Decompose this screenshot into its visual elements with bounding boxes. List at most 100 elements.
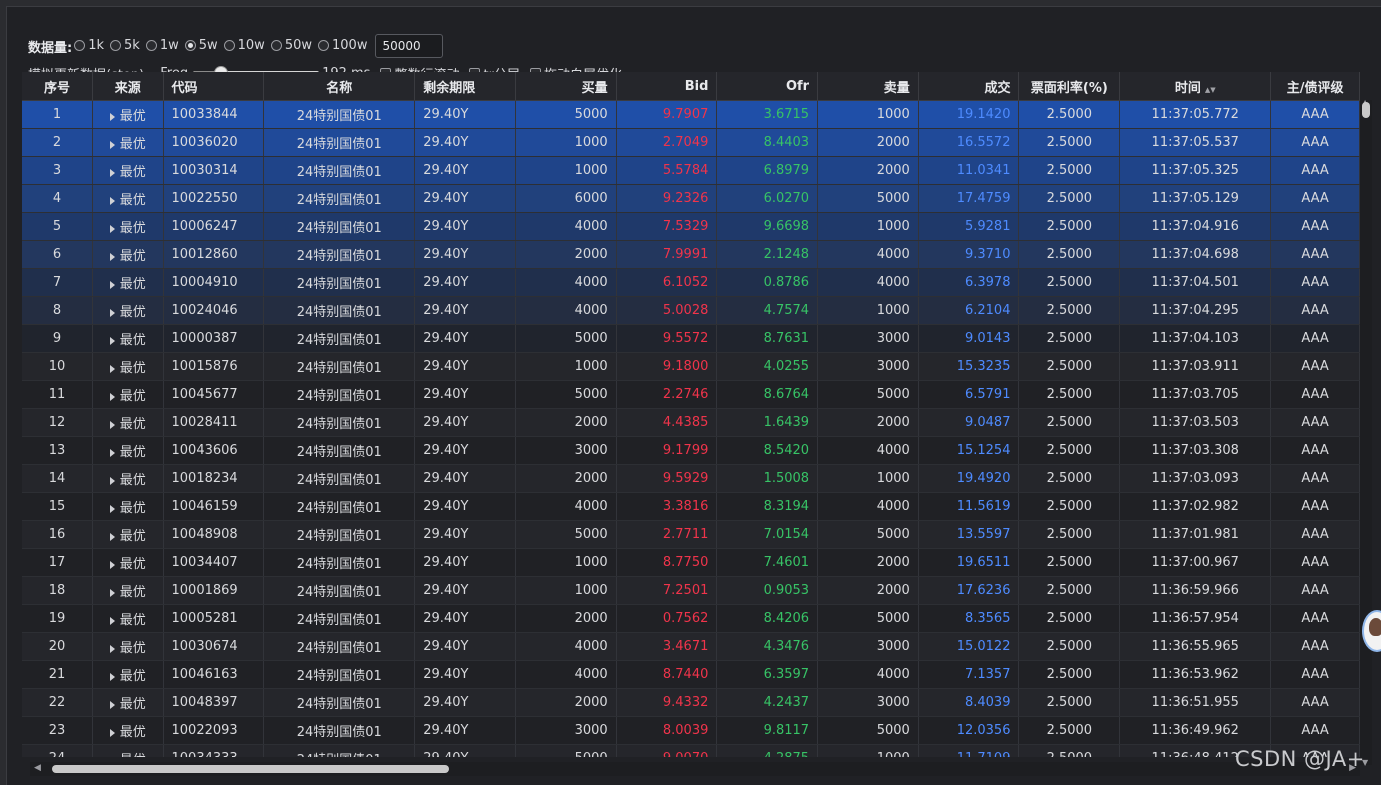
expand-caret-icon[interactable] <box>109 476 115 485</box>
cell-no-value: 22 <box>48 695 66 710</box>
cell-ofr-value: 4.2437 <box>763 695 810 710</box>
table-row[interactable]: 18 最优 10001869 24特别国债01 29.40Y 1000 7.2501 0.90… <box>22 576 1360 605</box>
column-header[interactable]: Bid <box>616 72 718 101</box>
expand-caret-icon[interactable] <box>109 756 115 757</box>
column-header[interactable]: 成交 <box>918 72 1020 101</box>
expand-caret-icon[interactable] <box>109 252 115 261</box>
cell-ofr: 8.5420 <box>716 436 819 465</box>
vertical-scrollbar[interactable]: ▲ ▼ <box>1360 98 1372 767</box>
expand-caret-icon[interactable] <box>109 140 115 149</box>
radio-label: 1w <box>159 37 179 53</box>
cell-code-value: 10022550 <box>171 191 238 206</box>
column-header[interactable]: 剩余期限 <box>414 72 516 101</box>
data-size-option-10w[interactable]: 10w <box>223 38 265 53</box>
expand-caret-icon[interactable] <box>109 112 115 121</box>
cell-rate-value: 2.5000 <box>1046 247 1093 262</box>
expand-caret-icon[interactable] <box>109 364 115 373</box>
table-row[interactable]: 3 最优 10030314 24特别国债01 29.40Y 1000 5.5784 6.897… <box>22 156 1360 185</box>
vertical-scroll-thumb[interactable] <box>1362 102 1370 118</box>
data-size-controls: 数据量: 1k 5k 1w 5w 10w 50w 100w <box>28 33 444 59</box>
column-header[interactable]: 主/债评级 <box>1270 72 1360 101</box>
expand-caret-icon[interactable] <box>109 672 115 681</box>
horizontal-scroll-thumb[interactable] <box>52 765 449 773</box>
expand-caret-icon[interactable] <box>109 728 115 737</box>
expand-caret-icon[interactable] <box>109 532 115 541</box>
expand-caret-icon[interactable] <box>109 420 115 429</box>
expand-caret-icon[interactable] <box>109 336 115 345</box>
expand-caret-icon[interactable] <box>109 588 115 597</box>
cell-time: 11:37:02.982 <box>1119 492 1272 521</box>
radio-button-icon[interactable] <box>223 39 235 51</box>
expand-caret-icon[interactable] <box>109 280 115 289</box>
cell-sell: 3000 <box>817 324 919 353</box>
table-row[interactable]: 22 最优 10048397 24特别国债01 29.40Y 2000 9.4332 4.24… <box>22 688 1360 717</box>
table-row[interactable]: 2 最优 10036020 24特别国债01 29.40Y 1000 2.7049 8.440… <box>22 128 1360 157</box>
expand-caret-icon[interactable] <box>109 504 115 513</box>
table-row[interactable]: 9 最优 10000387 24特别国债01 29.40Y 5000 9.5572 8.763… <box>22 324 1360 353</box>
column-header[interactable]: 票面利率(%) <box>1018 72 1121 101</box>
table-row[interactable]: 4 最优 10022550 24特别国债01 29.40Y 6000 9.2326 6.027… <box>22 184 1360 213</box>
column-header[interactable]: 序号 <box>22 72 93 101</box>
column-header[interactable]: Ofr <box>716 72 819 101</box>
column-header[interactable]: 来源 <box>92 72 164 101</box>
radio-button-icon[interactable] <box>318 39 330 51</box>
column-header[interactable]: 卖量 <box>817 72 919 101</box>
cell-deal: 19.1420 <box>918 100 1020 129</box>
cell-no: 3 <box>22 156 93 185</box>
table-row[interactable]: 23 最优 10022093 24特别国债01 29.40Y 3000 8.0039 9.81… <box>22 716 1360 745</box>
table-row[interactable]: 1 最优 10033844 24特别国债01 29.40Y 5000 9.7907 3.671… <box>22 100 1360 129</box>
horizontal-scrollbar[interactable]: ◀ ▶ <box>30 762 1360 776</box>
table-row[interactable]: 10 最优 10015876 24特别国债01 29.40Y 1000 9.1800 4.02… <box>22 352 1360 381</box>
column-header-label: 代码 <box>171 80 198 96</box>
table-row[interactable]: 20 最优 10030674 24特别国债01 29.40Y 4000 3.4671 4.34… <box>22 632 1360 661</box>
table-row[interactable]: 15 最优 10046159 24特别国债01 29.40Y 4000 3.3816 8.31… <box>22 492 1360 521</box>
cell-src-value: 最优 <box>119 137 146 152</box>
table-row[interactable]: 13 最优 10043606 24特别国债01 29.40Y 3000 9.1799 8.54… <box>22 436 1360 465</box>
expand-caret-icon[interactable] <box>109 224 115 233</box>
data-size-input[interactable] <box>375 34 444 58</box>
radio-button-icon[interactable] <box>270 39 282 51</box>
expand-caret-icon[interactable] <box>109 448 115 457</box>
table-row[interactable]: 8 最优 10024046 24特别国债01 29.40Y 4000 5.0028 4.757… <box>22 296 1360 325</box>
expand-caret-icon[interactable] <box>109 308 115 317</box>
cell-src-value: 最优 <box>119 305 146 320</box>
expand-caret-icon[interactable] <box>109 168 115 177</box>
table-row[interactable]: 17 最优 10034407 24特别国债01 29.40Y 1000 8.7750 7.46… <box>22 548 1360 577</box>
radio-button-icon[interactable] <box>145 39 157 51</box>
expand-caret-icon[interactable] <box>109 700 115 709</box>
column-header[interactable]: 买量 <box>515 72 617 101</box>
table-row[interactable]: 12 最优 10028411 24特别国债01 29.40Y 2000 4.4385 1.64… <box>22 408 1360 437</box>
cell-deal: 6.5791 <box>918 380 1020 409</box>
table-row[interactable]: 16 最优 10048908 24特别国债01 29.40Y 5000 2.7711 7.01… <box>22 520 1360 549</box>
radio-button-icon[interactable] <box>74 39 86 51</box>
table-row[interactable]: 11 最优 10045677 24特别国债01 29.40Y 5000 2.2746 8.67… <box>22 380 1360 409</box>
data-size-option-100w[interactable]: 100w <box>318 38 367 53</box>
table-row[interactable]: 14 最优 10018234 24特别国债01 29.40Y 2000 9.5929 1.50… <box>22 464 1360 493</box>
sort-icon[interactable]: ▲▼ <box>1205 86 1216 94</box>
data-size-option-50w[interactable]: 50w <box>270 38 312 53</box>
cell-no-value: 21 <box>48 667 66 682</box>
column-header[interactable]: 时间 ▲▼ <box>1119 72 1272 101</box>
column-header[interactable]: 代码 <box>163 72 265 101</box>
table-row[interactable]: 24 最优 10034333 24特别国债01 29.40Y 5000 9.0070 4.28… <box>22 744 1360 757</box>
expand-caret-icon[interactable] <box>109 196 115 205</box>
radio-button-icon[interactable] <box>110 39 122 51</box>
table-row[interactable]: 5 最优 10006247 24特别国债01 29.40Y 4000 7.5329 9.669… <box>22 212 1360 241</box>
expand-caret-icon[interactable] <box>109 644 115 653</box>
radio-button-icon[interactable] <box>184 39 196 51</box>
cell-sell: 2000 <box>817 128 919 157</box>
column-header[interactable]: 名称 <box>263 72 416 101</box>
expand-caret-icon[interactable] <box>109 616 115 625</box>
data-size-option-1w[interactable]: 1w <box>145 37 179 53</box>
table-row[interactable]: 6 最优 10012860 24特别国债01 29.40Y 2000 7.9991 2.124… <box>22 240 1360 269</box>
cell-rate: 2.5000 <box>1018 324 1121 353</box>
table-row[interactable]: 19 最优 10005281 24特别国债01 29.40Y 2000 0.7562 8.42… <box>22 604 1360 633</box>
table-row[interactable]: 21 最优 10046163 24特别国债01 29.40Y 4000 8.7440 6.35… <box>22 660 1360 689</box>
data-size-option-5k[interactable]: 5k <box>110 38 140 53</box>
expand-caret-icon[interactable] <box>109 560 115 569</box>
expand-caret-icon[interactable] <box>109 392 115 401</box>
data-size-option-1k[interactable]: 1k <box>74 38 104 53</box>
data-size-option-5w[interactable]: 5w <box>184 38 218 53</box>
scroll-left-icon[interactable]: ◀ <box>34 763 41 773</box>
table-row[interactable]: 7 最优 10004910 24特别国债01 29.40Y 4000 6.1052 0.878… <box>22 268 1360 297</box>
